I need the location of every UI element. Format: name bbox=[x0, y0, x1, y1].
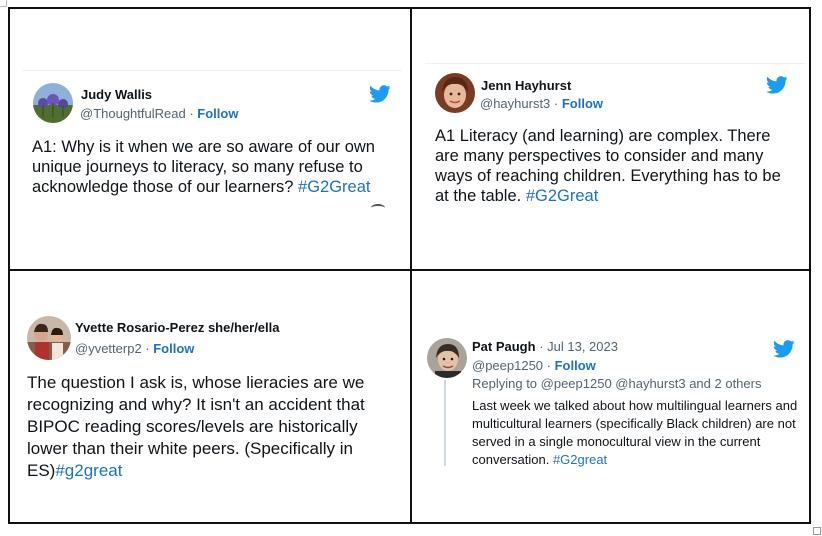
meta-separator: · bbox=[550, 96, 562, 111]
author-line: Pat Paugh · Jul 13, 2023 bbox=[472, 339, 618, 354]
author-name[interactable]: Pat Paugh bbox=[472, 339, 536, 354]
scroll-hint bbox=[371, 204, 385, 212]
hashtag-link[interactable]: #G2great bbox=[553, 452, 607, 467]
card-top-border bbox=[22, 70, 402, 71]
author-handle[interactable]: @hayhurst3 bbox=[480, 96, 550, 111]
replying-to[interactable]: Replying to @peep1250 @hayhurst3 and 2 o… bbox=[472, 376, 761, 391]
author-meta: @yvetterp2 · Follow bbox=[75, 341, 194, 356]
tweet-text: A1 Literacy (and learning) are complex. … bbox=[435, 127, 781, 205]
grid-horizontal-divider bbox=[8, 269, 811, 271]
follow-button[interactable]: Follow bbox=[153, 341, 194, 356]
tweet-date[interactable]: · Jul 13, 2023 bbox=[536, 339, 618, 354]
author-handle[interactable]: @peep1250 bbox=[472, 358, 543, 373]
twitter-bird-icon[interactable] bbox=[773, 340, 795, 358]
author-meta: @ThoughtfulRead · Follow bbox=[80, 106, 238, 121]
author-handle[interactable]: @ThoughtfulRead bbox=[80, 106, 186, 121]
hashtag-link[interactable]: #G2Great bbox=[526, 187, 598, 205]
hashtag-link[interactable]: #g2great bbox=[55, 461, 122, 480]
avatar[interactable] bbox=[33, 83, 73, 123]
follow-button[interactable]: Follow bbox=[197, 106, 238, 121]
twitter-bird-icon[interactable] bbox=[369, 85, 391, 103]
thread-reply-line bbox=[444, 380, 446, 466]
tweet-body: A1 Literacy (and learning) are complex. … bbox=[435, 126, 797, 206]
follow-button[interactable]: Follow bbox=[555, 358, 596, 373]
resize-corner-mark bbox=[813, 527, 821, 535]
tweet-body: A1: Why is it when we are so aware of ou… bbox=[32, 137, 392, 197]
author-name[interactable]: Yvette Rosario-Perez she/her/ella bbox=[75, 320, 279, 335]
tweet-body: Last week we talked about how multilingu… bbox=[472, 397, 802, 469]
author-meta: @hayhurst3 · Follow bbox=[480, 96, 603, 111]
follow-button[interactable]: Follow bbox=[562, 96, 603, 111]
avatar[interactable] bbox=[27, 316, 71, 360]
tl-corner-mark bbox=[0, 0, 7, 7]
author-handle[interactable]: @yvetterp2 bbox=[75, 341, 142, 356]
avatar[interactable] bbox=[427, 338, 467, 378]
meta-separator: · bbox=[543, 358, 555, 373]
hashtag-link[interactable]: #G2Great bbox=[298, 178, 370, 196]
twitter-bird-icon[interactable] bbox=[766, 76, 788, 94]
card-top-border bbox=[425, 63, 805, 64]
grid-vertical-divider bbox=[410, 7, 412, 524]
avatar[interactable] bbox=[435, 73, 475, 113]
meta-separator: · bbox=[185, 106, 198, 121]
tweet-text: Last week we talked about how multilingu… bbox=[472, 398, 798, 467]
meta-separator: · bbox=[141, 341, 154, 356]
author-name[interactable]: Judy Wallis bbox=[81, 87, 152, 102]
author-name[interactable]: Jenn Hayhurst bbox=[481, 78, 571, 93]
author-meta: @peep1250 · Follow bbox=[472, 358, 596, 373]
tweet-body: The question I ask is, whose lieracies a… bbox=[27, 372, 402, 482]
